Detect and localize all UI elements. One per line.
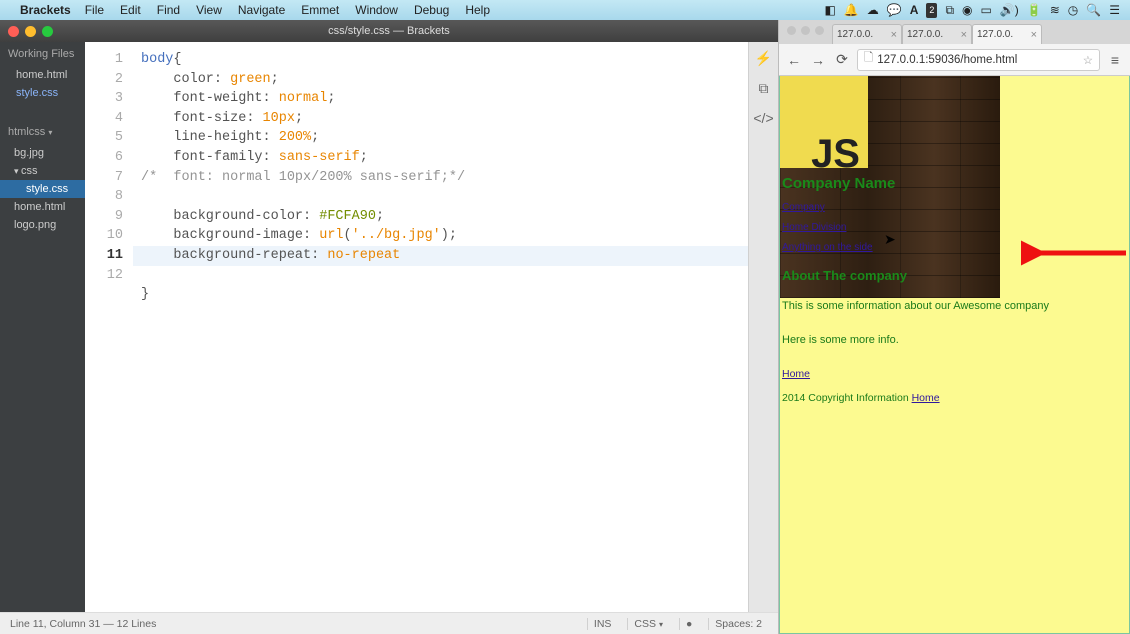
browser-tab-active[interactable]: 127.0.0.× [972,24,1042,44]
spotlight-icon[interactable]: 🔍 [1086,3,1101,18]
back-icon[interactable]: ← [785,51,803,69]
code-area[interactable]: body{ color: green; font-weight: normal;… [133,42,748,612]
mac-menubar: Brackets File Edit Find View Navigate Em… [0,0,1130,20]
language-mode[interactable]: CSS ▾ [627,618,669,630]
extension-bar: ⚡ ⧉ </> [748,42,778,612]
display-icon[interactable]: ▭ [981,3,992,18]
extension-icon[interactable]: ⧉ [754,78,774,98]
live-preview-icon[interactable]: ⚡ [754,48,774,68]
wifi-icon[interactable]: ≋ [1050,3,1060,18]
system-tray: ◧ 🔔 ☁ 💬 A 2 ⧉ ◉ ▭ 🔊) 🔋 ≋ ◷ 🔍 ☰ [825,3,1121,18]
code-icon[interactable]: </> [754,108,774,128]
reload-icon[interactable]: ⟳ [833,51,851,69]
working-file[interactable]: style.css [0,84,85,102]
cursor-position: Line 11, Column 31 — 12 Lines [10,618,577,630]
chat-icon[interactable]: 💬 [887,3,902,18]
cloud-icon[interactable]: ☁ [867,3,879,18]
close-icon[interactable] [8,26,19,37]
about-heading: About The company [780,266,1129,286]
volume-icon[interactable]: 🔊) [1000,3,1019,18]
forward-icon[interactable]: → [809,51,827,69]
brackets-titlebar[interactable]: css/style.css — Brackets [0,20,778,42]
tree-file[interactable]: home.html [0,198,85,216]
url-text: 127.0.0.1:59036/home.html [877,54,1078,66]
menu-icon[interactable]: ≡ [1106,51,1124,69]
tab-close-icon[interactable]: × [1031,29,1037,41]
adobe-icon[interactable]: A [910,3,919,18]
tree-file[interactable]: logo.png [0,216,85,234]
menu-file[interactable]: File [85,3,104,17]
nav-link[interactable]: Home Division [782,218,1127,238]
nav-link[interactable]: Company [782,198,1127,218]
browser-toolbar: ← → ⟳ 🗋 127.0.0.1:59036/home.html ☆ ≡ [779,44,1130,76]
body-text: Here is some more info. [780,328,1129,352]
editor[interactable]: 123456789101112 body{ color: green; font… [85,42,778,612]
line-gutter: 123456789101112 [85,42,133,612]
menu-icon[interactable]: ☰ [1109,3,1120,18]
menu-debug[interactable]: Debug [414,3,449,17]
company-heading: Company Name [780,174,1129,194]
app-name[interactable]: Brackets [20,3,71,17]
status-indicator[interactable]: ● [679,618,698,630]
brackets-window: css/style.css — Brackets Working Files h… [0,20,779,634]
minimize-icon[interactable] [25,26,36,37]
dropbox-icon[interactable]: ⧉ [945,3,954,18]
menu-emmet[interactable]: Emmet [301,3,339,17]
minimize-icon[interactable] [801,26,810,35]
footer-link[interactable]: Home [912,392,940,404]
battery-icon[interactable]: 🔋 [1027,3,1042,18]
close-icon[interactable] [787,26,796,35]
menu-edit[interactable]: Edit [120,3,141,17]
tab-close-icon[interactable]: × [961,29,967,41]
tree-folder[interactable]: css [0,162,85,180]
zoom-icon[interactable] [42,26,53,37]
footer: 2014 Copyright Information Home [780,386,1129,410]
chrome-window: 127.0.0.× 127.0.0.× 127.0.0.× ← → ⟳ 🗋 12… [779,20,1130,634]
annotation-arrow [1021,238,1130,268]
badge-icon[interactable]: 2 [926,3,937,18]
project-header[interactable]: htmlcss ▾ [0,120,85,144]
tray-icon[interactable]: ◧ [825,3,836,18]
tree-file[interactable]: bg.jpg [0,144,85,162]
indent-setting[interactable]: Spaces: 2 [708,618,768,630]
page-content: JS Company Name Company Home Division An… [779,76,1130,634]
menu-view[interactable]: View [196,3,222,17]
menu-navigate[interactable]: Navigate [238,3,285,17]
clock-icon[interactable]: ◷ [1068,3,1078,18]
bookmark-icon[interactable]: ☆ [1083,53,1093,67]
address-bar[interactable]: 🗋 127.0.0.1:59036/home.html ☆ [857,49,1100,71]
js-logo: JS [780,76,868,168]
working-files-header[interactable]: Working Files [0,42,85,66]
status-bar: Line 11, Column 31 — 12 Lines INS CSS ▾ … [0,612,778,634]
menu-window[interactable]: Window [355,3,398,17]
zoom-icon[interactable] [815,26,824,35]
browser-tab[interactable]: 127.0.0.× [902,24,972,44]
menu-find[interactable]: Find [157,3,180,17]
working-file[interactable]: home.html [0,66,85,84]
tree-file-active[interactable]: style.css [0,180,85,198]
page-icon: 🗋 [864,50,873,69]
tab-close-icon[interactable]: × [891,29,897,41]
brackets-sidebar: Working Files home.html style.css htmlcs… [0,42,85,612]
menu-help[interactable]: Help [465,3,490,17]
sync-icon[interactable]: ◉ [962,3,972,18]
bell-icon[interactable]: 🔔 [844,3,859,18]
tab-strip: 127.0.0.× 127.0.0.× 127.0.0.× [779,20,1130,44]
insert-mode[interactable]: INS [587,618,618,630]
browser-tab[interactable]: 127.0.0.× [832,24,902,44]
home-link[interactable]: Home [782,368,810,380]
window-title: css/style.css — Brackets [0,25,778,37]
